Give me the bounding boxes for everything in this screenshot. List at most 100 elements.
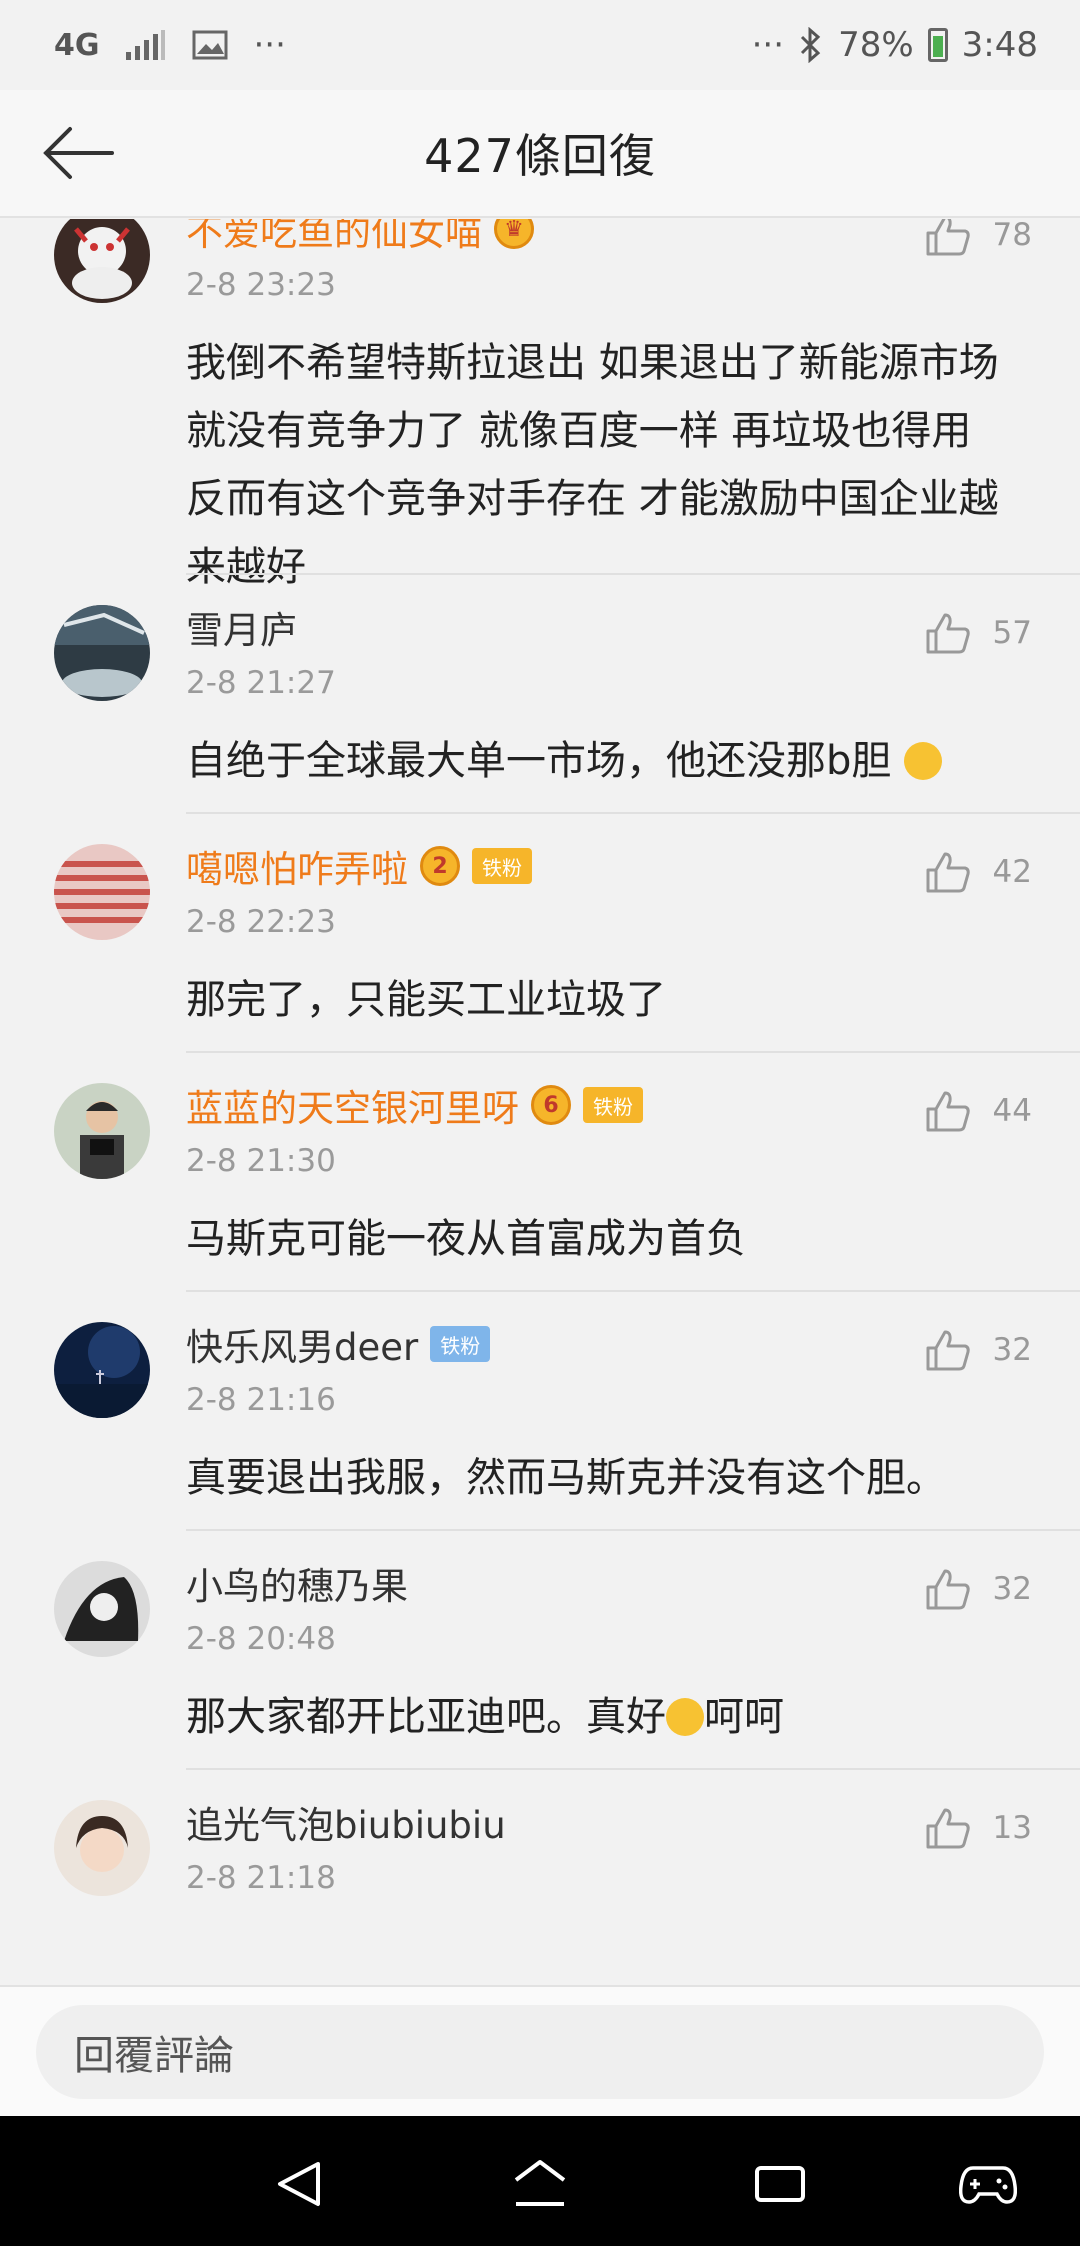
- like-button[interactable]: 57: [925, 611, 1032, 655]
- comment-text: 自绝于全球最大单一市场，他还没那b胆: [186, 738, 892, 784]
- username-text[interactable]: 小鸟的穗乃果: [186, 1556, 408, 1610]
- image-notification-icon: [192, 30, 228, 60]
- comment-time: 2-8 21:30: [186, 1143, 336, 1179]
- crown-badge-icon: 2: [420, 846, 460, 886]
- crown-badge-icon: 6: [531, 1085, 571, 1125]
- like-button[interactable]: 78: [925, 219, 1032, 257]
- thumbs-up-icon: [926, 1330, 970, 1371]
- comment-time: 2-8 23:23: [186, 267, 336, 303]
- comment-content: 真要退出我服，然而马斯克并没有这个胆。: [186, 1455, 946, 1501]
- page-title: 427條回復: [424, 129, 656, 183]
- comment-item: 快乐风男deer 铁粉 2-8 21:16 32 真要退出我服，然而马斯克并没有…: [0, 1292, 1080, 1531]
- like-count: 32: [992, 1332, 1032, 1368]
- avatar[interactable]: [54, 1083, 150, 1179]
- username-text[interactable]: 不爱吃鱼的仙女喵: [186, 219, 482, 256]
- comment-time: 2-8 21:16: [186, 1382, 336, 1418]
- comment-item: 小鸟的穗乃果 2-8 20:48 32 那大家都开比亚迪吧。真好 呵呵: [0, 1531, 1080, 1770]
- username[interactable]: 快乐风男deer 铁粉: [186, 1316, 491, 1372]
- system-nav-bar: [0, 2116, 1080, 2246]
- fan-badge: 铁粉: [430, 1326, 491, 1362]
- laughing-emoji-icon: [904, 742, 943, 780]
- comment-item: 雪月庐 2-8 21:27 57 自绝于全球最大单一市场，他还没那b胆: [0, 575, 1080, 814]
- nav-recents-button[interactable]: [750, 2154, 810, 2214]
- comment-text: 那大家都开比亚迪吧。真好: [186, 1694, 666, 1740]
- avatar[interactable]: [54, 605, 150, 701]
- username[interactable]: 噶嗯怕咋弄啦 2 铁粉: [186, 838, 532, 894]
- comment-time: 2-8 20:48: [186, 1621, 336, 1657]
- more-status-icon: ···: [751, 25, 785, 65]
- comment-text: 呵呵: [704, 1694, 784, 1740]
- comment-item: 蓝蓝的天空银河里呀 6 铁粉 2-8 21:30 44 马斯克可能一夜从首富成为…: [0, 1053, 1080, 1292]
- username-text[interactable]: 蓝蓝的天空银河里呀: [186, 1078, 519, 1132]
- like-count: 42: [992, 854, 1032, 890]
- like-count: 13: [992, 1810, 1032, 1846]
- signal-icon: [125, 30, 166, 60]
- like-count: 78: [992, 219, 1032, 253]
- nav-home-button[interactable]: [510, 2154, 570, 2214]
- comment-time: 2-8 22:23: [186, 904, 336, 940]
- avatar[interactable]: [54, 1561, 150, 1657]
- crown-badge-icon: ♛: [494, 219, 534, 249]
- gamepad-icon: [959, 2166, 1017, 2204]
- thumbs-up-icon: [926, 613, 970, 654]
- like-button[interactable]: 32: [925, 1567, 1032, 1611]
- username-text[interactable]: 快乐风男deer: [186, 1317, 418, 1371]
- battery-percent: 78%: [838, 25, 914, 65]
- nav-back-button[interactable]: [270, 2154, 330, 2214]
- username[interactable]: 雪月庐: [186, 599, 297, 655]
- status-bar: 4G ··· ··· 78% 3:48: [0, 0, 1080, 90]
- username-text[interactable]: 追光气泡biubiubiu: [186, 1795, 506, 1849]
- username-text[interactable]: 噶嗯怕咋弄啦: [186, 839, 408, 893]
- comment-item: 追光气泡biubiubiu 2-8 21:18 13: [0, 1770, 1080, 1985]
- avatar[interactable]: [54, 1322, 150, 1418]
- like-button[interactable]: 44: [925, 1089, 1032, 1133]
- comment-content: 那完了，只能买工业垃圾了: [186, 977, 666, 1023]
- reply-bar: 回覆評論: [0, 1985, 1080, 2116]
- username-text[interactable]: 雪月庐: [186, 600, 297, 654]
- status-right: ··· 78% 3:48: [752, 25, 1038, 65]
- status-left: 4G ···: [54, 25, 286, 65]
- username[interactable]: 不爱吃鱼的仙女喵 ♛: [186, 219, 534, 257]
- more-notifications-icon: ···: [253, 25, 286, 65]
- thumbs-up-icon: [926, 219, 970, 256]
- fan-badge: 铁粉: [472, 848, 532, 884]
- thumbs-up-icon: [926, 852, 970, 893]
- like-button[interactable]: 32: [925, 1328, 1032, 1372]
- fan-badge: 铁粉: [583, 1087, 643, 1123]
- avatar[interactable]: [54, 844, 150, 940]
- comment-item: 不爱吃鱼的仙女喵 ♛ 2-8 23:23 78 我倒不希望特斯拉退出 如果退出了…: [0, 219, 1080, 590]
- avatar[interactable]: [54, 219, 150, 303]
- smile-emoji-icon: [666, 1698, 704, 1736]
- username[interactable]: 追光气泡biubiubiu: [186, 1794, 506, 1850]
- comment-content: 那大家都开比亚迪吧。真好 呵呵: [186, 1683, 1016, 1751]
- like-count: 57: [992, 615, 1032, 651]
- nav-game-button[interactable]: [958, 2154, 1018, 2214]
- back-arrow-icon: [43, 127, 114, 179]
- reply-input[interactable]: 回覆評論: [36, 2005, 1044, 2099]
- like-button[interactable]: 42: [925, 850, 1032, 894]
- triangle-back-icon: [278, 2162, 320, 2206]
- battery-icon: [927, 28, 948, 62]
- avatar[interactable]: [54, 1800, 150, 1896]
- header: 427條回復: [0, 90, 1080, 218]
- comment-content: 我倒不希望特斯拉退出 如果退出了新能源市场就没有竞争力了 就像百度一样 再垃圾也…: [186, 340, 999, 590]
- bluetooth-icon: [798, 27, 824, 63]
- like-count: 44: [992, 1093, 1032, 1129]
- comment-list[interactable]: 不爱吃鱼的仙女喵 ♛ 2-8 23:23 78 我倒不希望特斯拉退出 如果退出了…: [0, 219, 1080, 1985]
- comment-item: 噶嗯怕咋弄啦 2 铁粉 2-8 22:23 42 那完了，只能买工业垃圾了: [0, 814, 1080, 1053]
- comment-content: 马斯克可能一夜从首富成为首负: [186, 1216, 746, 1262]
- thumbs-up-icon: [926, 1808, 970, 1849]
- recents-icon: [755, 2166, 805, 2202]
- home-icon: [514, 2160, 566, 2206]
- comment-content: 自绝于全球最大单一市场，他还没那b胆: [186, 727, 1016, 795]
- username[interactable]: 蓝蓝的天空银河里呀 6 铁粉: [186, 1077, 643, 1133]
- comment-time: 2-8 21:18: [186, 1860, 336, 1896]
- like-button[interactable]: 13: [925, 1806, 1032, 1850]
- like-count: 32: [992, 1571, 1032, 1607]
- thumbs-up-icon: [926, 1091, 970, 1132]
- back-button[interactable]: [40, 120, 120, 186]
- clock: 3:48: [961, 25, 1038, 65]
- username[interactable]: 小鸟的穗乃果: [186, 1555, 408, 1611]
- comment-time: 2-8 21:27: [186, 665, 336, 701]
- thumbs-up-icon: [926, 1569, 970, 1610]
